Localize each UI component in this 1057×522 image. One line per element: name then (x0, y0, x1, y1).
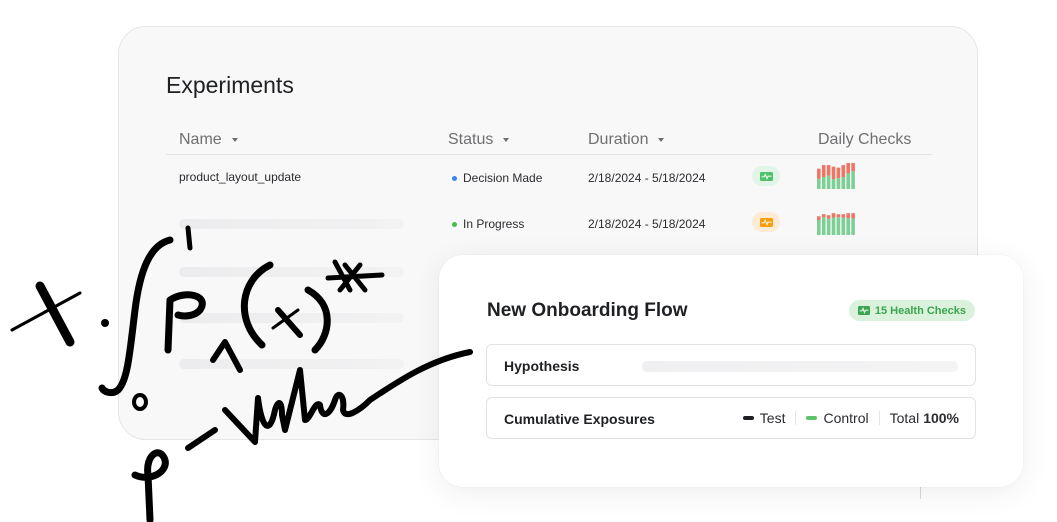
status-label: In Progress (463, 217, 525, 231)
daily-check-pass-bar (821, 177, 826, 189)
name-placeholder-skeleton (179, 219, 404, 229)
daily-checks-chart (817, 213, 855, 235)
daily-check-pass-bar (851, 171, 855, 189)
total-value: 100% (923, 410, 959, 426)
daily-check-fail-bar (841, 165, 846, 178)
sort-caret-icon (658, 138, 665, 142)
daily-check-fail-bar (821, 214, 826, 218)
daily-check-fail-bar (831, 166, 836, 180)
daily-check-pass-bar (826, 175, 831, 189)
duration: 2/18/2024 - 5/18/2024 (588, 171, 706, 185)
column-header-duration[interactable]: Duration (588, 131, 665, 149)
daily-check-pass-bar (851, 218, 855, 235)
daily-check-pass-bar (826, 218, 831, 235)
health-status-pill[interactable] (752, 166, 780, 186)
experiment-title: New Onboarding Flow (487, 300, 688, 321)
daily-check-fail-bar (836, 167, 841, 179)
column-label: Name (179, 131, 222, 148)
health-checks-badge[interactable]: 15 Health Checks (848, 300, 975, 321)
daily-checks-chart (817, 163, 855, 189)
hypothesis-label: Hypothesis (504, 358, 580, 374)
daily-check-pass-bar (821, 217, 826, 235)
status-badge: Decision Made (452, 171, 542, 185)
scribble-stroke (131, 449, 169, 522)
exposures-label: Cumulative Exposures (504, 411, 655, 427)
hypothesis-placeholder-skeleton (642, 361, 958, 372)
status-dot (452, 221, 457, 227)
hypothesis-section[interactable]: Hypothesis (486, 344, 976, 386)
health-status-pill[interactable] (752, 212, 780, 232)
row-placeholder-skeleton (179, 267, 404, 277)
divider (795, 411, 797, 425)
daily-check-fail-bar (836, 214, 841, 218)
legend-control[interactable]: Control (823, 410, 868, 426)
status-badge: In Progress (452, 217, 524, 231)
daily-check-pass-bar (817, 220, 821, 235)
daily-check-fail-bar (851, 213, 855, 219)
daily-check-fail-bar (841, 214, 846, 218)
daily-check-fail-bar (817, 168, 821, 179)
daily-check-pass-bar (831, 179, 836, 189)
column-header-status[interactable]: Status (448, 131, 510, 149)
duration: 2/18/2024 - 5/18/2024 (588, 217, 706, 231)
column-label: Status (448, 131, 494, 148)
health-monitor-icon (759, 171, 773, 181)
column-label: Daily Checks (818, 131, 912, 148)
daily-check-fail-bar (817, 216, 821, 221)
table-row[interactable]: product_layout_update Decision Made 2/18… (166, 161, 932, 197)
health-checks-label: 15 Health Checks (874, 304, 966, 317)
divider (878, 411, 880, 425)
experiment-detail-card: New Onboarding Flow 15 Health Checks Hyp… (439, 255, 1023, 487)
test-swatch-icon (742, 416, 754, 420)
health-monitor-icon (759, 217, 773, 227)
status-dot (452, 175, 457, 181)
status-label: Decision Made (463, 171, 543, 185)
daily-check-pass-bar (841, 217, 846, 235)
daily-check-fail-bar (846, 163, 850, 174)
scribble-stroke (10, 291, 82, 332)
daily-check-pass-bar (831, 217, 836, 235)
daily-check-fail-bar (826, 165, 831, 176)
scribble-stroke (101, 319, 109, 327)
daily-check-pass-bar (841, 177, 846, 189)
row-placeholder-skeleton (179, 313, 404, 323)
daily-check-fail-bar (831, 213, 836, 218)
daily-check-pass-bar (817, 178, 821, 189)
row-placeholder-skeleton (179, 359, 404, 369)
daily-check-pass-bar (846, 173, 850, 189)
daily-check-fail-bar (846, 213, 850, 218)
experiment-name[interactable]: product_layout_update (179, 170, 301, 184)
legend-test[interactable]: Test (760, 410, 786, 426)
column-header-daily-checks: Daily Checks (818, 131, 911, 149)
daily-check-fail-bar (851, 163, 855, 172)
control-swatch-icon (806, 416, 818, 420)
table-header: Name Status Duration Daily Checks (166, 127, 932, 155)
column-header-name[interactable]: Name (179, 131, 238, 149)
sort-caret-icon (231, 138, 238, 142)
exposures-legend: Test Control Total 100% (742, 410, 959, 426)
column-label: Duration (588, 131, 649, 148)
experiments-title: Experiments (166, 72, 294, 98)
daily-check-pass-bar (836, 178, 841, 189)
daily-check-pass-bar (836, 217, 841, 235)
total-label: Total (889, 410, 920, 426)
daily-check-pass-bar (846, 217, 850, 235)
sort-caret-icon (503, 138, 510, 142)
health-monitor-icon (857, 306, 870, 315)
cumulative-exposures-section[interactable]: Cumulative Exposures Test Control Total … (486, 397, 976, 439)
scribble-stroke (35, 281, 75, 347)
daily-check-fail-bar (826, 215, 831, 219)
table-row[interactable]: In Progress 2/18/2024 - 5/18/2024 (166, 207, 932, 243)
divider (920, 487, 921, 499)
daily-check-fail-bar (821, 165, 826, 178)
